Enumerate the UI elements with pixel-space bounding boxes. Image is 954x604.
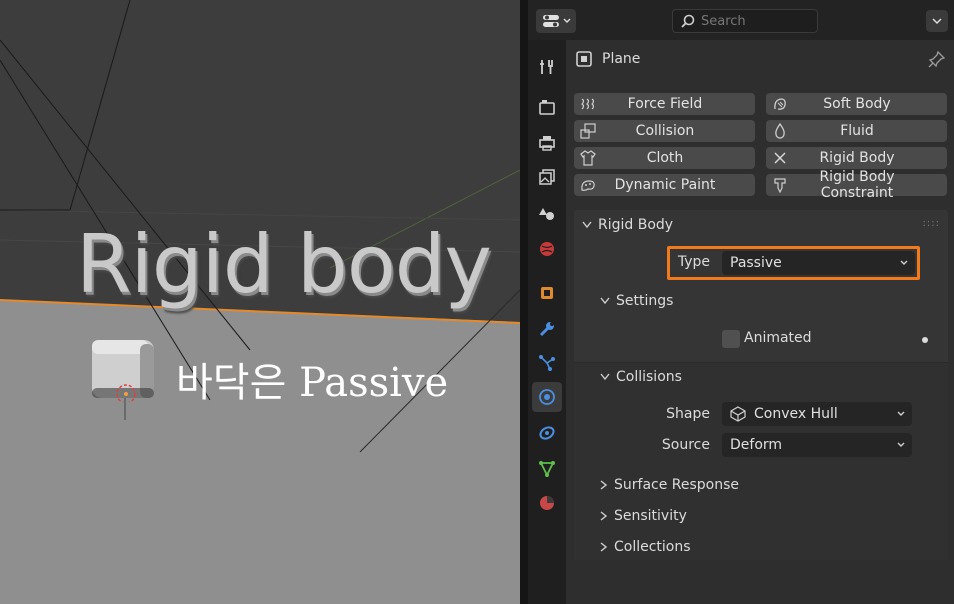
- mesh-data-triangle-icon: [539, 461, 555, 478]
- tab-output[interactable]: [532, 128, 562, 158]
- modifier-wrench-icon: [539, 322, 554, 337]
- world-globe-icon: [540, 242, 554, 256]
- viewport-caption: 바닥은 Passive: [176, 360, 449, 406]
- viewport-3d-text: Rigid body: [76, 218, 492, 311]
- soft-body-button[interactable]: Soft Body: [766, 93, 947, 115]
- animated-label: Animated: [744, 330, 812, 346]
- output-printer-icon: [539, 136, 555, 151]
- fluid-button[interactable]: Fluid: [766, 120, 947, 142]
- pin-icon: [928, 50, 946, 68]
- shape-label: Shape: [666, 406, 710, 422]
- force-field-icon: [577, 93, 599, 115]
- object-cube-icon: [541, 287, 553, 299]
- chevron-down-icon: [900, 260, 908, 265]
- scene-shapes-icon: [539, 208, 554, 220]
- rigid-body-panel-header[interactable]: Rigid Body ::::: [574, 210, 948, 240]
- editor-type-button[interactable]: [536, 9, 576, 33]
- tab-modifiers[interactable]: [532, 314, 562, 344]
- settings-subpanel-header[interactable]: Settings: [574, 286, 948, 316]
- chevron-right-icon: [600, 480, 608, 490]
- cloth-button[interactable]: Cloth: [574, 147, 755, 169]
- source-label: Source: [661, 437, 710, 453]
- rigid-body-button[interactable]: Rigid Body: [766, 147, 947, 169]
- soft-body-icon: [769, 93, 791, 115]
- view-layer-images-icon: [539, 169, 555, 185]
- material-sphere-icon: [540, 496, 554, 510]
- properties-editor: Search Plane Force Field Soft Body Colli…: [528, 0, 954, 604]
- chevron-down-icon: [582, 221, 592, 229]
- rigid-body-constraint-icon: [769, 174, 791, 196]
- surface-response-subpanel-header[interactable]: Surface Response: [574, 470, 948, 500]
- tab-object[interactable]: [532, 278, 562, 308]
- dynamic-paint-button[interactable]: Dynamic Paint: [574, 174, 755, 196]
- tab-data[interactable]: [532, 454, 562, 484]
- chevron-down-icon: [600, 297, 610, 305]
- properties-content: Plane Force Field Soft Body Collision Fl…: [566, 40, 954, 604]
- search-icon: [681, 14, 695, 28]
- remove-x-icon: [769, 147, 791, 169]
- rigid-body-panel: Rigid Body :::: Type Passive Settings An…: [574, 210, 948, 560]
- chevron-down-icon: [932, 17, 942, 24]
- tab-view-layer[interactable]: [532, 162, 562, 192]
- object-breadcrumb: Plane: [576, 48, 640, 70]
- physics-orbit-icon: [539, 389, 555, 405]
- tab-world[interactable]: [532, 234, 562, 264]
- dynamic-paint-icon: [577, 174, 599, 196]
- tab-tool[interactable]: [532, 52, 562, 82]
- tab-constraints[interactable]: [532, 418, 562, 448]
- properties-tab-bar: [528, 40, 566, 604]
- search-field[interactable]: Search: [672, 9, 818, 33]
- tool-wrench-screwdriver-icon: [540, 60, 553, 74]
- options-dropdown-button[interactable]: [926, 10, 948, 32]
- source-select[interactable]: Deform: [722, 433, 912, 457]
- collisions-subpanel-header[interactable]: Collisions: [574, 362, 948, 392]
- pin-button[interactable]: [928, 50, 946, 72]
- chevron-down-icon: [563, 18, 570, 23]
- object-square-icon: [576, 51, 592, 67]
- type-select[interactable]: Passive: [722, 251, 915, 275]
- object-name: Plane: [602, 51, 641, 67]
- cloth-icon: [577, 147, 599, 169]
- fluid-icon: [769, 120, 791, 142]
- rigid-body-constraint-button[interactable]: Rigid Body Constraint: [766, 169, 947, 201]
- constraints-link-icon: [539, 426, 555, 440]
- tab-render[interactable]: [532, 92, 562, 122]
- force-field-button[interactable]: Force Field: [574, 93, 755, 115]
- animated-checkbox[interactable]: [722, 330, 740, 348]
- drag-handle-icon[interactable]: ::::: [923, 218, 940, 229]
- properties-header: Search: [528, 0, 954, 40]
- properties-editor-icon: [542, 15, 559, 27]
- particles-icon: [539, 355, 555, 371]
- chevron-right-icon: [600, 511, 608, 521]
- collections-subpanel-header[interactable]: Collections: [574, 532, 948, 562]
- keyframe-dot-icon[interactable]: [922, 337, 928, 343]
- 3d-viewport[interactable]: Rigid body 바닥은 Passive: [0, 0, 520, 604]
- tab-physics[interactable]: [532, 382, 562, 412]
- tab-scene[interactable]: [532, 198, 562, 228]
- floor-plane: [0, 300, 520, 604]
- area-divider[interactable]: [520, 0, 528, 604]
- chevron-down-icon: [897, 411, 905, 416]
- chevron-down-icon: [897, 442, 905, 447]
- collision-button[interactable]: Collision: [574, 120, 755, 142]
- convex-hull-icon: [730, 406, 746, 422]
- tab-material[interactable]: [532, 488, 562, 518]
- chevron-right-icon: [600, 542, 608, 552]
- shape-select[interactable]: Convex Hull: [722, 402, 912, 426]
- sensitivity-subpanel-header[interactable]: Sensitivity: [574, 501, 948, 531]
- cube-object[interactable]: [88, 332, 160, 402]
- render-camera-icon: [539, 100, 555, 115]
- search-placeholder: Search: [701, 13, 746, 29]
- collision-icon: [577, 120, 599, 142]
- tab-particles[interactable]: [532, 348, 562, 378]
- chevron-down-icon: [600, 373, 610, 381]
- type-label: Type: [677, 254, 710, 270]
